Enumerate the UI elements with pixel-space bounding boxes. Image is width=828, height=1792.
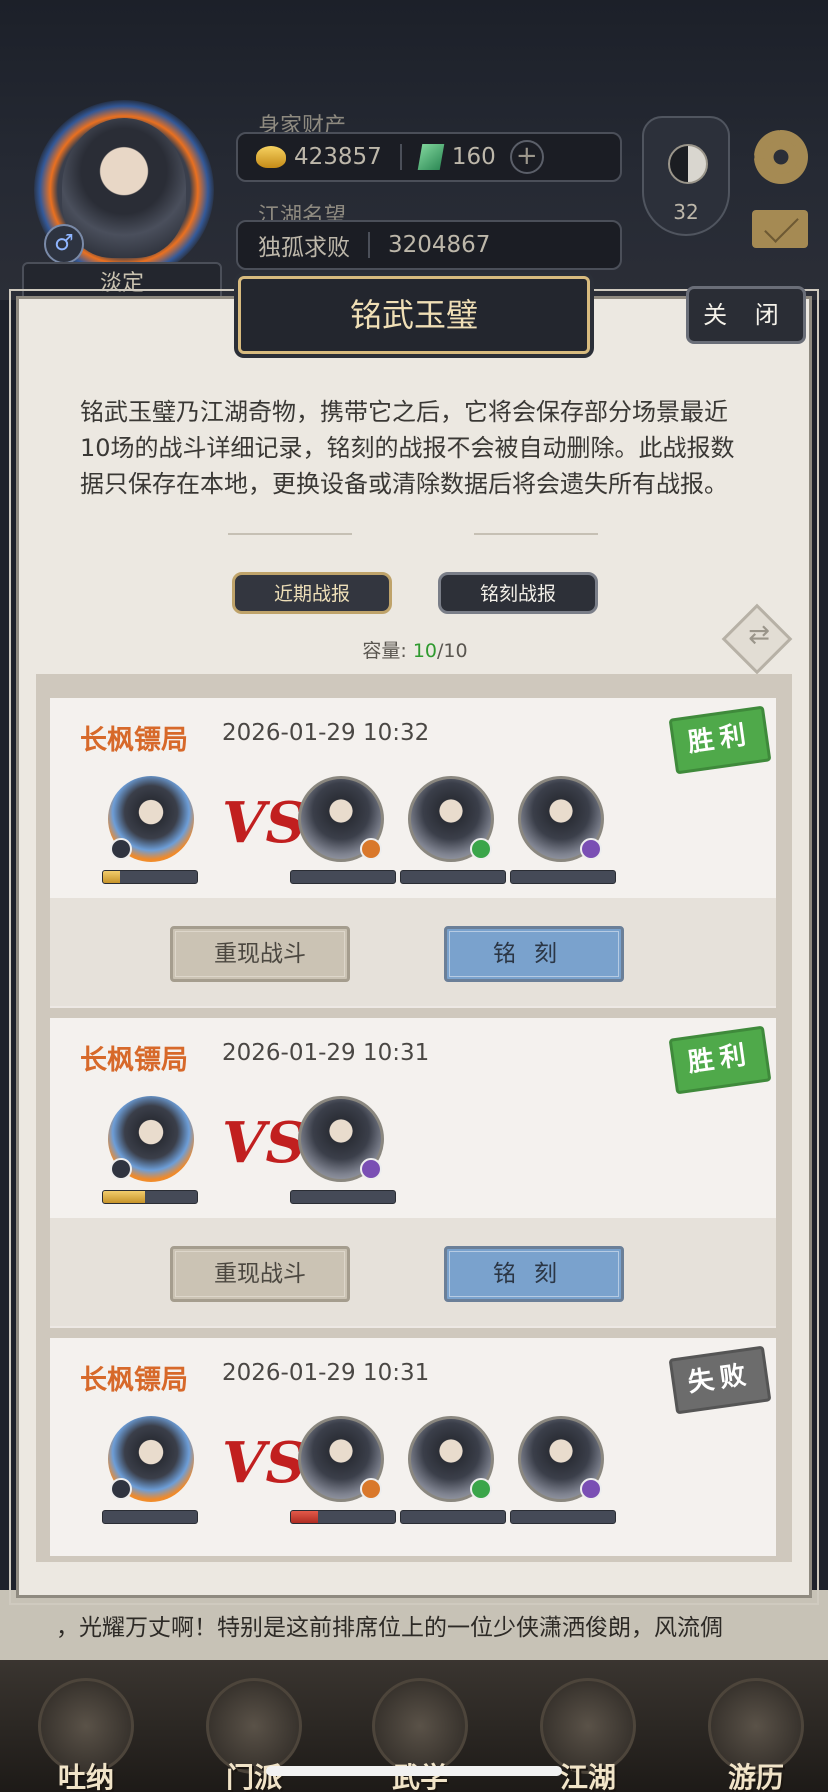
enemy-hp-bar	[510, 870, 616, 884]
gold-ingot-icon	[256, 146, 286, 168]
jade-amount: 160	[451, 144, 496, 170]
enemy-hp-bar	[400, 1510, 506, 1524]
fame-bar: 独孤求败 3204867	[236, 220, 622, 270]
tab-recent-reports[interactable]: 近期战报	[232, 572, 392, 614]
element-badge-icon	[470, 838, 492, 860]
fame-value: 3204867	[388, 232, 491, 258]
male-gender-icon: ♂	[44, 224, 84, 264]
player-hp-fill	[103, 1191, 146, 1203]
close-button[interactable]: 关 闭	[686, 286, 806, 344]
engrave-button[interactable]: 铭刻	[444, 1246, 624, 1302]
divider	[399, 144, 402, 170]
taiji-icon	[668, 144, 708, 184]
replay-battle-button[interactable]: 重现战斗	[170, 1246, 350, 1302]
gold-amount: 423857	[294, 144, 382, 170]
settings-gear-icon[interactable]	[754, 130, 808, 184]
capacity-used: 10	[412, 640, 438, 662]
jade-icon	[417, 144, 445, 170]
nav-travel[interactable]: 游历	[698, 1660, 808, 1792]
vs-label: VS	[222, 1110, 306, 1176]
battle-location: 长枫镖局	[80, 1045, 188, 1076]
battle-card-summary: 长枫镖局 2026-01-29 10:31 失败 VS	[50, 1338, 776, 1556]
battle-time: 2026-01-29 10:31	[222, 1040, 430, 1066]
element-badge-icon	[580, 838, 602, 860]
enemy-hp-bar	[400, 870, 506, 884]
battle-card-actions	[50, 898, 776, 1006]
battle-card-summary: 长枫镖局 2026-01-29 10:31 胜利 VS	[50, 1018, 776, 1218]
panel-description: 铭武玉璧乃江湖奇物，携带它之后，它将会保存部分场景最近10场的战斗详细记录，铭刻…	[80, 398, 735, 498]
home-indicator[interactable]	[266, 1766, 562, 1776]
enemy-hp-fill	[291, 1511, 319, 1523]
battle-location: 长枫镖局	[80, 725, 188, 756]
enemy-hp-bar	[290, 1190, 396, 1204]
battle-time: 2026-01-29 10:32	[222, 720, 430, 746]
male-gender-icon	[110, 1158, 132, 1180]
vs-label: VS	[222, 1430, 306, 1496]
panel-title: 铭武玉璧	[349, 296, 478, 334]
recharge-plus-button[interactable]: +	[509, 140, 544, 174]
result-stamp-win: 胜利	[668, 705, 772, 775]
story-text: ，光耀万丈啊！特别是这前排席位上的一位少侠潇洒俊朗，风流倜	[56, 1615, 723, 1641]
enemy-hp-bar	[290, 870, 396, 884]
player-hp-bar	[102, 1190, 198, 1204]
engrave-button[interactable]: 铭刻	[444, 926, 624, 982]
vs-label: VS	[222, 790, 306, 856]
nav-breathing[interactable]: 吐纳	[28, 1660, 138, 1792]
mail-icon[interactable]	[752, 210, 808, 248]
fame-title: 独孤求败	[258, 235, 350, 261]
wealth-bar: 423857 160 +	[236, 132, 622, 182]
element-badge-icon	[360, 1158, 382, 1180]
result-stamp-lose: 失败	[668, 1345, 772, 1415]
battle-time: 2026-01-29 10:31	[222, 1360, 430, 1386]
element-badge-icon	[360, 1478, 382, 1500]
battle-card-summary: 长枫镖局 2026-01-29 10:32 胜利 VS	[50, 698, 776, 898]
element-badge-icon	[470, 1478, 492, 1500]
capacity-total: /10	[437, 640, 468, 662]
divider	[368, 232, 370, 258]
male-gender-icon	[110, 838, 132, 860]
level-badge[interactable]: 32	[642, 116, 730, 236]
capacity-label: 容量:	[362, 640, 407, 662]
ornament-right	[474, 533, 598, 535]
enemy-hp-bar	[290, 1510, 396, 1524]
tab-engraved-reports[interactable]: 铭刻战报	[438, 572, 598, 614]
battle-card-actions	[50, 1218, 776, 1326]
nav-label: 吐纳	[57, 1761, 114, 1792]
battle-card: 长枫镖局 2026-01-29 10:31 胜利 VS 重现战斗 铭刻	[50, 1018, 776, 1328]
capacity-indicator: 容量: 10/10	[340, 636, 490, 663]
element-badge-icon	[360, 838, 382, 860]
element-badge-icon	[580, 1478, 602, 1500]
battle-card: 长枫镖局 2026-01-29 10:32 胜利 VS 重现战斗 铭刻	[50, 698, 776, 1008]
player-hp-fill	[103, 871, 120, 883]
battle-location: 长枫镖局	[80, 1365, 188, 1396]
player-hp-bar	[102, 870, 198, 884]
ornament-left	[228, 533, 352, 535]
male-gender-icon	[110, 1478, 132, 1500]
enemy-hp-bar	[510, 1510, 616, 1524]
panel-title-frame: 铭武玉璧	[238, 276, 590, 354]
swap-arrows-icon: ⇄	[748, 620, 770, 650]
battle-card: 长枫镖局 2026-01-29 10:31 失败 VS	[50, 1338, 776, 1556]
player-hp-bar	[102, 1510, 198, 1524]
nav-label: 游历	[727, 1761, 784, 1792]
level-number: 32	[673, 200, 699, 224]
result-stamp-win: 胜利	[668, 1025, 772, 1095]
replay-battle-button[interactable]: 重现战斗	[170, 926, 350, 982]
